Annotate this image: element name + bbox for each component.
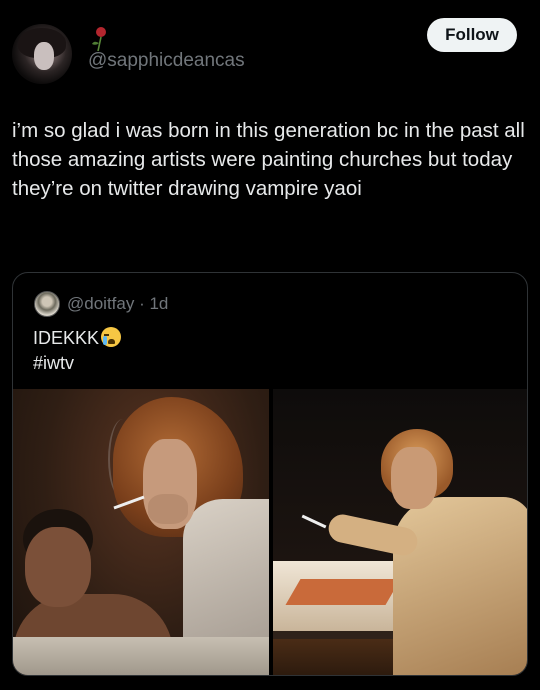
- media-grid: [13, 389, 527, 675]
- quote-author[interactable]: @doitfay · 1d: [67, 294, 168, 314]
- avatar-face: [34, 42, 54, 70]
- follow-button[interactable]: Follow: [427, 18, 517, 52]
- quote-text: IDEKKK #iwtv: [33, 326, 122, 376]
- painting-image-right[interactable]: [273, 389, 527, 675]
- hashtag-link[interactable]: #iwtv: [33, 351, 121, 376]
- painting-image-left[interactable]: [13, 389, 269, 675]
- tweet-header: @sapphicdeancas Follow: [0, 0, 540, 90]
- rose-icon: [92, 27, 106, 52]
- quote-author-handle[interactable]: @doitfay: [67, 294, 134, 313]
- quote-text-line1: IDEKKK: [33, 328, 100, 348]
- user-handle[interactable]: @sapphicdeancas: [88, 50, 245, 72]
- quote-timestamp: · 1d: [139, 294, 169, 313]
- tweet-text: i’m so glad i was born in this generatio…: [12, 119, 525, 200]
- quoted-tweet[interactable]: @doitfay · 1d IDEKKK #iwtv: [12, 272, 528, 676]
- crying-face-icon: [101, 327, 122, 347]
- quote-avatar[interactable]: [34, 291, 60, 317]
- avatar[interactable]: [12, 24, 72, 84]
